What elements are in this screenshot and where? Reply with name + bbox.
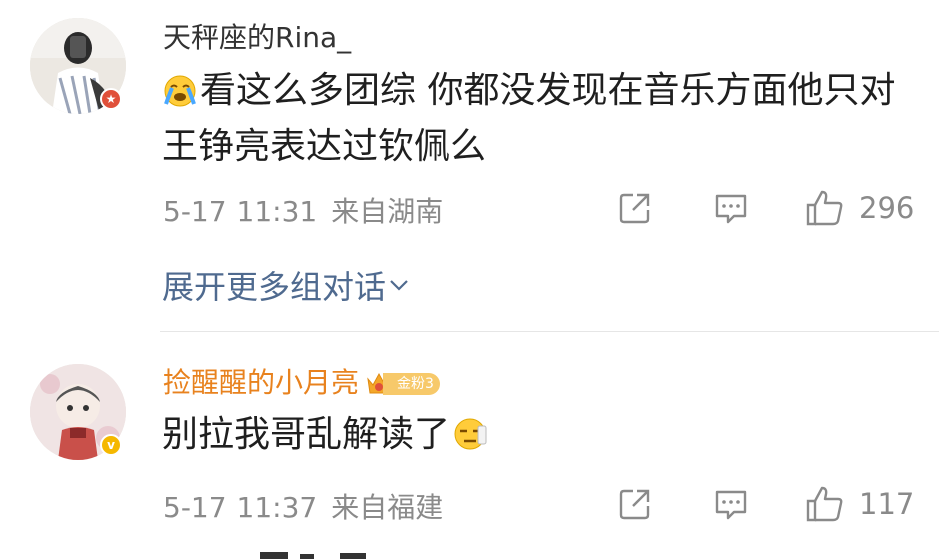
username[interactable]: 捡醒醒的小月亮	[163, 366, 359, 399]
like-count: 296	[859, 191, 915, 225]
share-button[interactable]	[618, 487, 652, 521]
comment-text-body: 别拉我哥乱解读了	[162, 414, 451, 455]
comment-time: 11:31	[236, 195, 318, 228]
username[interactable]: 天秤座的Rina_	[163, 21, 351, 55]
thumbs-up-icon	[806, 190, 843, 226]
reply-button[interactable]	[713, 487, 749, 523]
comment-time: 11:37	[236, 491, 318, 524]
comment-text-body: 看这么多团综 你都没发现在音乐方面他只对王铮亮表达过钦佩么	[162, 70, 896, 167]
share-button[interactable]	[618, 191, 652, 225]
comment-location: 来自福建	[331, 491, 444, 524]
like-count: 117	[859, 487, 915, 521]
fan-badge-label: 金粉3	[383, 373, 440, 395]
comment-1: ★ 天秤座的Rina_ 看这么多团综 你都没发现在音乐方面他只对王铮亮表达过钦佩…	[0, 0, 939, 330]
like-button[interactable]: 117	[805, 485, 914, 523]
share-icon	[619, 193, 650, 224]
username-row: 捡醒醒的小月亮 金粉3	[163, 366, 440, 400]
expand-more-replies-link[interactable]: 展开更多组对话	[162, 262, 410, 308]
like-button[interactable]: 296	[805, 189, 914, 227]
verified-badge-icon: v	[100, 434, 122, 456]
comment-2: v 捡醒醒的小月亮 金粉3 别拉我哥乱解读了 5-17 11:37 来自福建 1…	[0, 332, 939, 559]
smirk-emoji-icon	[452, 416, 488, 466]
comment-text: 看这么多团综 你都没发现在音乐方面他只对王铮亮表达过钦佩么	[162, 66, 922, 172]
comment-text: 别拉我哥乱解读了	[162, 410, 922, 466]
thumbs-up-icon	[806, 486, 843, 522]
comment-icon	[715, 490, 747, 520]
comment-meta: 5-17 11:31 来自湖南	[163, 190, 457, 230]
sob-emoji-icon	[162, 72, 198, 122]
fan-badge: 金粉3	[365, 372, 440, 396]
share-icon	[619, 489, 650, 520]
comment-location: 来自湖南	[331, 195, 444, 228]
chevron-down-icon	[390, 280, 408, 291]
comment-date: 5-17	[163, 195, 227, 228]
comment-date: 5-17	[163, 491, 227, 524]
comment-icon	[715, 194, 747, 224]
comment-meta: 5-17 11:37 来自福建	[163, 486, 457, 526]
verified-badge-icon: ★	[100, 88, 122, 110]
expand-label: 展开更多组对话	[162, 268, 387, 306]
reply-button[interactable]	[713, 191, 749, 227]
cropped-next-row-fragment	[260, 552, 366, 559]
